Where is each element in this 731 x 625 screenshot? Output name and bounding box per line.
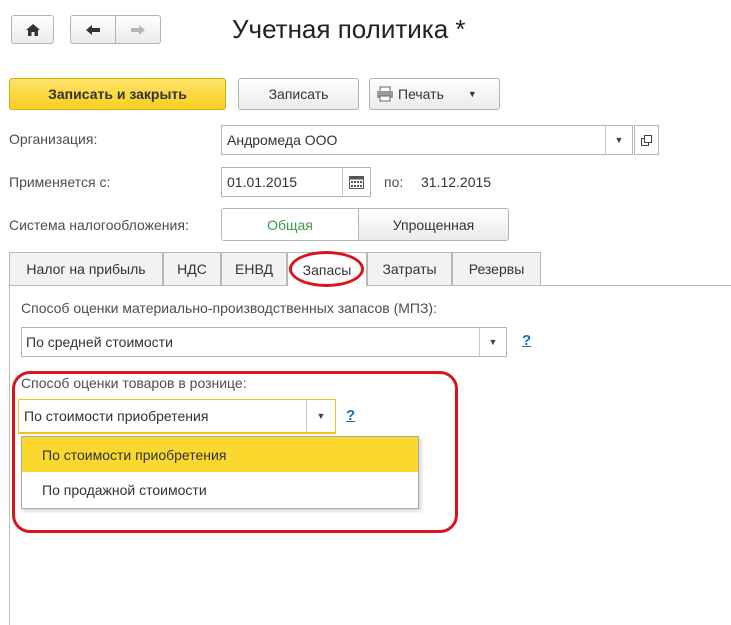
retail-dropdown-list: По стоимости приобретения По продажной с… <box>21 436 419 509</box>
home-icon <box>25 23 40 36</box>
page-title: Учетная политика * <box>232 14 466 44</box>
forward-button[interactable] <box>115 15 161 44</box>
tax-system-toggle-simplified[interactable]: Упрощенная <box>358 208 509 241</box>
organization-value: Андромеда ООО <box>227 132 338 148</box>
tab-reserves[interactable]: Резервы <box>452 252 541 285</box>
tax-system-label: Система налогообложения: <box>9 217 189 233</box>
arrow-left-icon <box>86 24 100 35</box>
period-label: Применяется с: <box>9 174 111 190</box>
open-link-icon <box>641 134 652 146</box>
organization-label: Организация: <box>9 131 98 147</box>
date-to-label: по: <box>384 174 404 190</box>
calendar-button[interactable] <box>342 168 370 196</box>
mpz-select[interactable]: По средней стоимости ▼ <box>21 327 507 357</box>
mpz-help-icon[interactable]: ? <box>522 332 531 349</box>
print-label: Печать <box>398 86 444 102</box>
save-button[interactable]: Записать <box>238 78 359 110</box>
date-from-value: 01.01.2015 <box>227 174 298 190</box>
save-and-close-button[interactable]: Записать и закрыть <box>9 78 226 110</box>
dropdown-option-selected[interactable]: По стоимости приобретения <box>22 437 418 472</box>
tab-profit-tax[interactable]: Налог на прибыль <box>9 252 163 285</box>
open-organization-button[interactable] <box>634 125 659 155</box>
tab-vat[interactable]: НДС <box>163 252 221 285</box>
organization-dropdown-button[interactable]: ▼ <box>605 126 632 154</box>
mpz-label: Способ оценки материально-производственн… <box>21 300 437 316</box>
tab-costs[interactable]: Затраты <box>367 252 452 285</box>
home-button[interactable] <box>11 15 54 44</box>
mpz-dropdown-button[interactable]: ▼ <box>479 328 506 356</box>
tab-highlight-ellipse <box>289 251 364 287</box>
tab-envd[interactable]: ЕНВД <box>221 252 287 285</box>
dropdown-option[interactable]: По продажной стоимости <box>22 472 418 508</box>
date-to-value: 31.12.2015 <box>421 174 492 190</box>
chevron-down-icon: ▼ <box>467 89 477 99</box>
organization-field[interactable]: Андромеда ООО ▼ <box>221 125 633 155</box>
arrow-right-icon <box>131 24 145 35</box>
calendar-icon <box>349 175 364 189</box>
date-from-field[interactable]: 01.01.2015 <box>221 167 371 197</box>
printer-icon <box>377 86 393 102</box>
mpz-value: По средней стоимости <box>26 334 173 350</box>
print-button[interactable]: Печать ▼ <box>369 78 500 110</box>
tax-system-toggle-general[interactable]: Общая <box>221 208 359 241</box>
back-button[interactable] <box>70 15 116 44</box>
